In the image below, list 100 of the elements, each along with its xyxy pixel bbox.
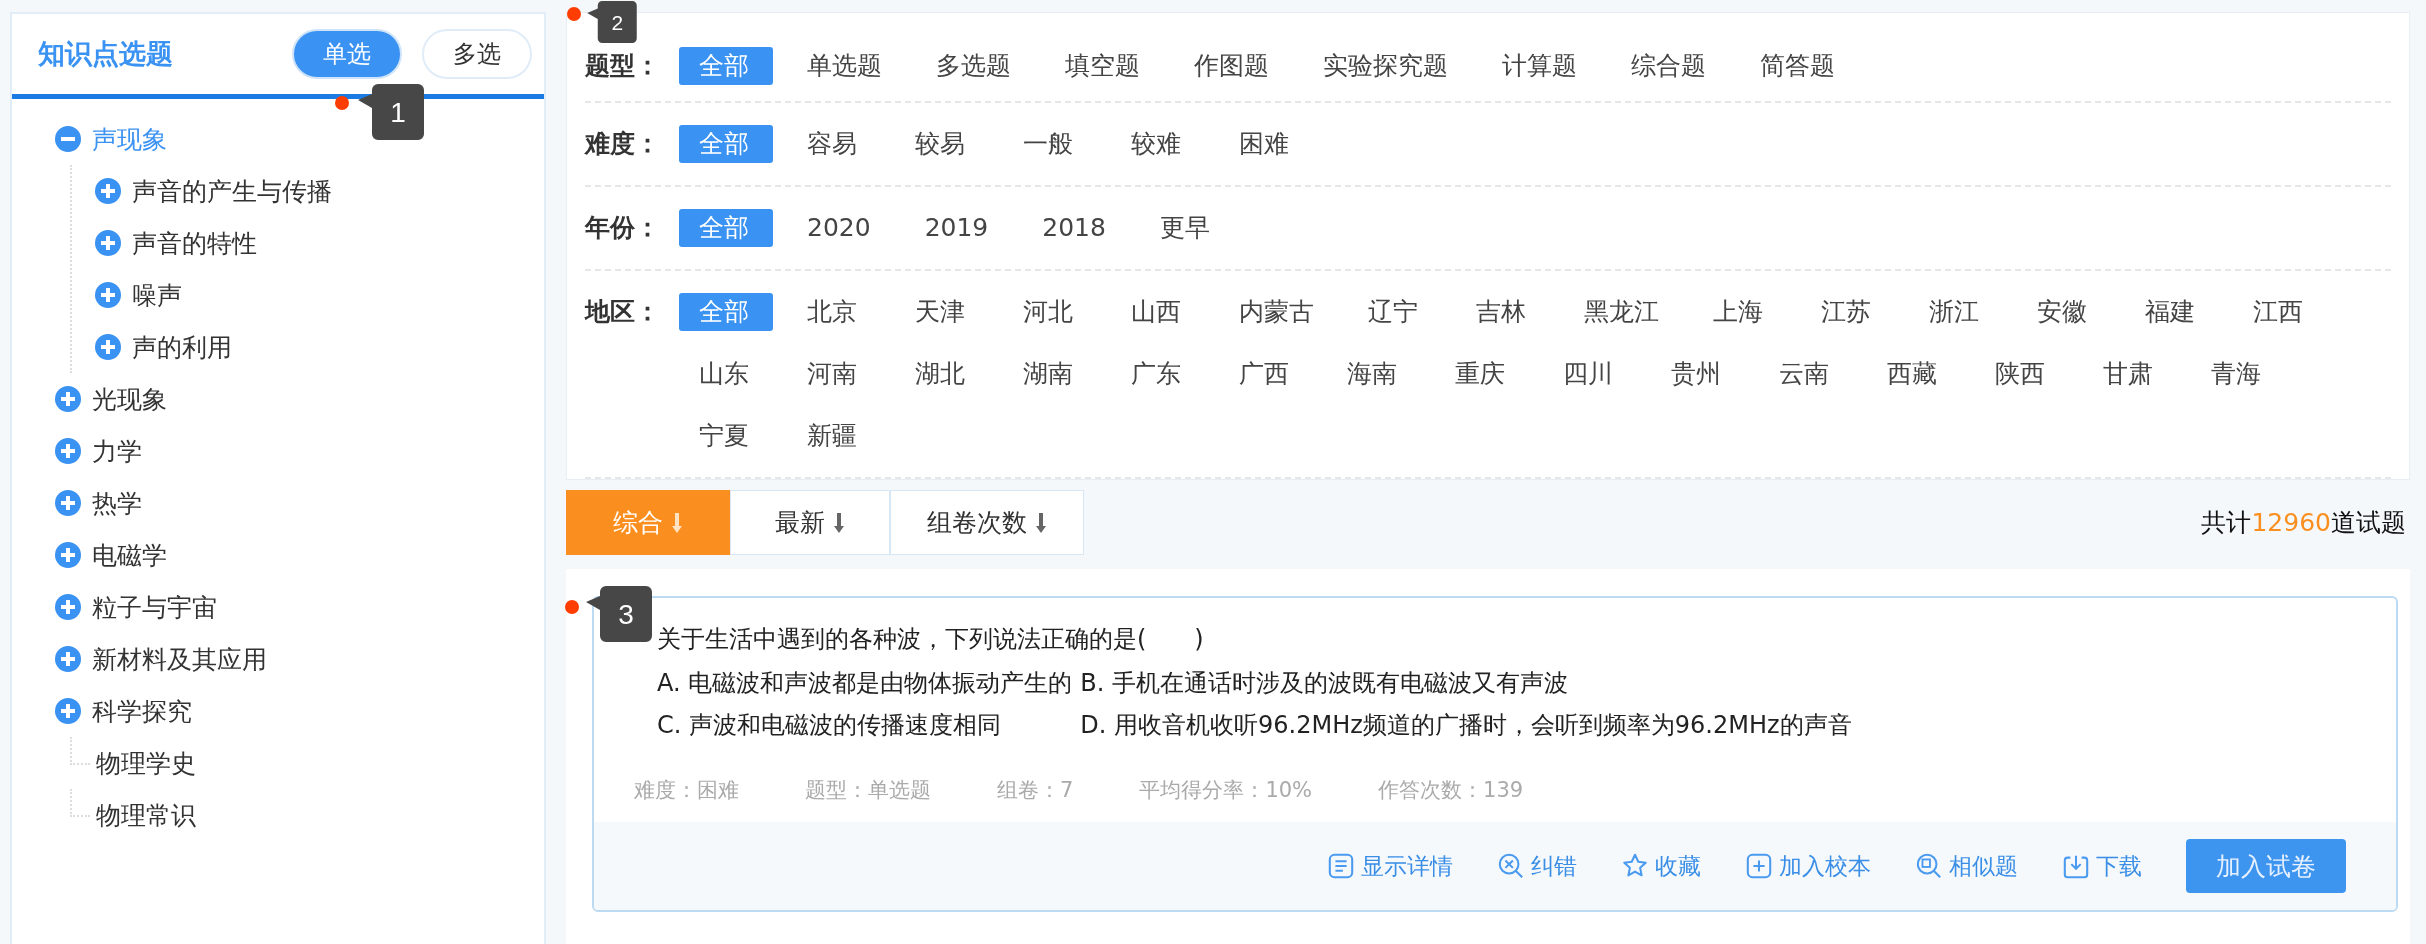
total-count: 共计12960道试题: [2201, 507, 2406, 539]
filter-option[interactable]: 湖北: [895, 355, 989, 393]
expand-icon[interactable]: [94, 229, 122, 257]
tree-item[interactable]: 新材料及其应用: [92, 642, 267, 676]
tree-item[interactable]: 光现象: [92, 382, 167, 416]
filter-option[interactable]: 2020: [787, 209, 891, 247]
question-meta: 作答次数：139: [1378, 777, 1524, 804]
filter-option[interactable]: 天津: [895, 293, 989, 331]
filter-option[interactable]: 青海: [2191, 355, 2285, 393]
expand-icon[interactable]: [94, 333, 122, 361]
tree-item[interactable]: 科学探究: [92, 694, 192, 728]
filter-option[interactable]: 新疆: [787, 417, 881, 455]
filter-option[interactable]: 云南: [1759, 355, 1853, 393]
filter-option[interactable]: 广东: [1111, 355, 1205, 393]
filter-option[interactable]: 贵州: [1651, 355, 1745, 393]
filter-label: 难度：: [585, 128, 661, 160]
filter-option[interactable]: 河南: [787, 355, 881, 393]
marker-dot: [567, 7, 581, 21]
answer-option: D. 用收音机收听96.2MHz频道的广播时，会听到频率为96.2MHz的声音: [1080, 704, 1852, 746]
filter-option[interactable]: 江西: [2233, 293, 2327, 331]
filter-option[interactable]: 困难: [1219, 125, 1313, 163]
filter-option[interactable]: 北京: [787, 293, 881, 331]
expand-icon[interactable]: [94, 177, 122, 205]
filter-option[interactable]: 宁夏: [679, 417, 773, 455]
filter-option[interactable]: 安徽: [2017, 293, 2111, 331]
filter-option[interactable]: 容易: [787, 125, 881, 163]
filter-option[interactable]: 重庆: [1435, 355, 1529, 393]
tree-item[interactable]: 物理学史: [96, 746, 196, 780]
tree-item[interactable]: 热学: [92, 486, 142, 520]
step-marker: 3: [586, 586, 652, 642]
expand-icon[interactable]: [54, 541, 82, 569]
collapse-icon[interactable]: [54, 125, 82, 153]
down-arrow-icon: [671, 511, 683, 534]
filter-label: 题型：: [585, 50, 661, 82]
mode-toggle[interactable]: 多选: [422, 29, 532, 79]
tree-item[interactable]: 噪声: [132, 278, 182, 312]
answer-option: A. 电磁波和声波都是由物体振动产生的: [657, 662, 1073, 704]
filter-option[interactable]: 吉林: [1456, 293, 1550, 331]
filter-option[interactable]: 更早: [1139, 209, 1234, 247]
tree-item[interactable]: 物理常识: [96, 798, 196, 832]
filter-option[interactable]: 黑龙江: [1564, 293, 1679, 331]
filter-option[interactable]: 辽宁: [1348, 293, 1442, 331]
expand-icon[interactable]: [54, 645, 82, 673]
filter-option[interactable]: 陕西: [1975, 355, 2069, 393]
filter-option[interactable]: 单选题: [787, 47, 902, 85]
filter-option[interactable]: 计算题: [1482, 47, 1597, 85]
expand-icon[interactable]: [94, 281, 122, 309]
magnifier-icon: [1915, 852, 1943, 880]
expand-icon[interactable]: [54, 697, 82, 725]
expand-icon[interactable]: [54, 489, 82, 517]
filter-option[interactable]: 简答题: [1740, 47, 1855, 85]
filter-option[interactable]: 一般: [1003, 125, 1097, 163]
tree-item[interactable]: 粒子与宇宙: [92, 590, 217, 624]
answer-option: C. 声波和电磁波的传播速度相同: [657, 704, 1073, 746]
filter-option[interactable]: 甘肃: [2083, 355, 2177, 393]
filter-option[interactable]: 江苏: [1801, 293, 1895, 331]
filter-option[interactable]: 填空题: [1045, 47, 1160, 85]
sort-tab[interactable]: 组卷次数: [890, 490, 1084, 555]
expand-icon[interactable]: [54, 437, 82, 465]
answer-option: B. 手机在通话时涉及的波既有电磁波又有声波: [1080, 662, 1852, 704]
filter-label: 地区：: [585, 296, 661, 328]
tree-item[interactable]: 声音的产生与传播: [132, 174, 332, 208]
tree-connector-line: [70, 737, 90, 765]
filter-option[interactable]: 内蒙古: [1219, 293, 1334, 331]
magnifier-x-icon: [1497, 852, 1525, 880]
filter-option[interactable]: 山西: [1111, 293, 1205, 331]
tree-connector-line: [70, 789, 90, 817]
tree-item[interactable]: 声的利用: [132, 330, 232, 364]
filter-option[interactable]: 实验探究题: [1303, 47, 1468, 85]
marker-dot: [565, 600, 579, 614]
filter-option[interactable]: 上海: [1693, 293, 1787, 331]
sort-tab[interactable]: 最新: [730, 490, 890, 555]
filter-option[interactable]: 综合题: [1611, 47, 1726, 85]
filter-option[interactable]: 多选题: [916, 47, 1031, 85]
filter-option[interactable]: 作图题: [1174, 47, 1289, 85]
filter-option[interactable]: 海南: [1327, 355, 1421, 393]
down-arrow-icon: [833, 511, 845, 534]
tree-item[interactable]: 电磁学: [92, 538, 167, 572]
document-icon: [1327, 852, 1355, 880]
filter-option[interactable]: 2019: [904, 209, 1009, 247]
expand-icon[interactable]: [54, 593, 82, 621]
tree-item[interactable]: 力学: [92, 434, 142, 468]
expand-icon[interactable]: [54, 385, 82, 413]
filter-option[interactable]: 较难: [1111, 125, 1205, 163]
filter-option[interactable]: 湖南: [1003, 355, 1097, 393]
filter-option[interactable]: 四川: [1543, 355, 1637, 393]
filter-option[interactable]: 西藏: [1867, 355, 1961, 393]
filter-option[interactable]: 福建: [2125, 293, 2219, 331]
filter-option[interactable]: 山东: [679, 355, 773, 393]
down-arrow-icon: [1035, 511, 1047, 534]
filter-option[interactable]: 河北: [1003, 293, 1097, 331]
filter-option[interactable]: 广西: [1219, 355, 1313, 393]
tree-item[interactable]: 声音的特性: [132, 226, 257, 260]
step-marker: 2: [587, 1, 637, 43]
sidebar-title: 知识点选题: [38, 37, 173, 71]
filter-option[interactable]: 2018: [1022, 209, 1126, 247]
marker-dot: [335, 96, 349, 110]
filter-option[interactable]: 浙江: [1909, 293, 2003, 331]
question-meta: 平均得分率：10%: [1139, 777, 1313, 804]
filter-option[interactable]: 较易: [895, 125, 989, 163]
